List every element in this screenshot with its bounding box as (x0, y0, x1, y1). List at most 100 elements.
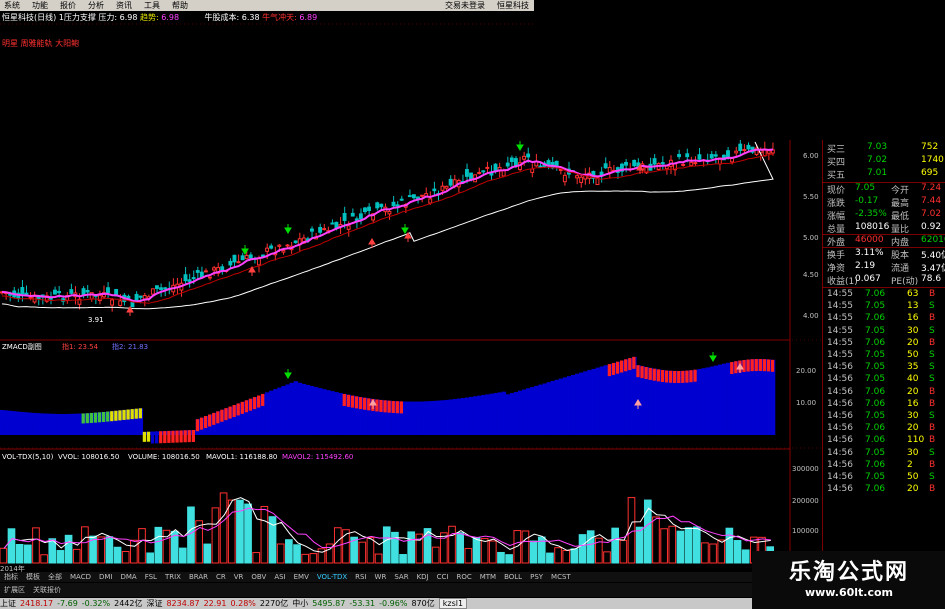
tab-[interactable]: 模板 (22, 572, 44, 582)
tick-side: S (929, 411, 935, 421)
volume-bar (252, 552, 261, 564)
tab-fsl[interactable]: FSL (141, 573, 161, 581)
tab-rsi[interactable]: RSI (351, 573, 370, 581)
tick-volume: 16 (907, 398, 919, 409)
volume-bar (309, 553, 318, 564)
sz-value: 8234.87 (166, 599, 200, 608)
tab-trix[interactable]: TRIX (161, 573, 185, 581)
tab-boll[interactable]: BOLL (500, 573, 526, 581)
tab-voltdx[interactable]: VOL-TDX (313, 573, 351, 581)
tick-row: 14:55 7.06 20 B (825, 338, 945, 350)
tab-mcst[interactable]: MCST (547, 573, 575, 581)
tab-sar[interactable]: SAR (390, 573, 412, 581)
sz-label[interactable]: 深证 (146, 598, 162, 609)
tick-volume: 16 (907, 313, 919, 324)
candle-body (579, 176, 584, 183)
tab-obv[interactable]: OBV (247, 573, 270, 581)
tab-psy[interactable]: PSY (526, 573, 547, 581)
ma-magenta-line (1, 148, 774, 303)
tab-asi[interactable]: ASI (270, 573, 289, 581)
stat-value: 108016 (855, 222, 890, 232)
tick-volume: 63 (907, 289, 919, 299)
tick-row: 14:55 7.05 13 S (825, 301, 945, 313)
macd-bar-cap (460, 398, 465, 411)
tab-macd[interactable]: MACD (66, 573, 95, 581)
sh-label[interactable]: 上证 (0, 598, 16, 609)
macd-bar-cap (542, 383, 546, 396)
tick-price: 7.06 (865, 459, 886, 470)
candle-body (281, 250, 286, 253)
tab-cr[interactable]: CR (212, 573, 230, 581)
volume-bar (211, 507, 220, 564)
tab-related-quote[interactable]: 关联报价 (29, 585, 65, 595)
macd-bar-cap (285, 384, 289, 397)
zx-label[interactable]: 中小 (292, 598, 308, 609)
extra-box[interactable]: kzsl1 (438, 598, 468, 609)
macd-bar-cap (566, 376, 571, 389)
stat-value: 0.92 (921, 222, 942, 232)
candle-body (713, 154, 718, 157)
macd-bar-cap (252, 397, 257, 410)
volume-bar (660, 528, 668, 564)
stat-label: 今开 (891, 186, 910, 196)
macd-bar-cap (607, 364, 612, 377)
candle-body (465, 169, 469, 177)
candle-body (477, 172, 482, 175)
candle-body (652, 158, 657, 165)
volume-bar (717, 539, 726, 564)
candle-body (150, 288, 155, 295)
macd-bar-cap (452, 399, 457, 412)
tab-[interactable]: 全部 (44, 572, 66, 582)
tab-brar[interactable]: BRAR (185, 573, 212, 581)
macd-bar-cap (130, 409, 134, 420)
vol-axis-label: 200000 (792, 497, 819, 505)
tick-price: 7.05 (865, 325, 886, 336)
tab-[interactable]: 指标 (0, 572, 22, 582)
candle-body (285, 244, 290, 247)
tab-wr[interactable]: WR (371, 573, 391, 581)
tab-kdj[interactable]: KDJ (413, 573, 433, 581)
tab-emv[interactable]: EMV (290, 573, 313, 581)
tick-volume: 13 (907, 301, 919, 312)
macd-bar-cap (399, 401, 404, 414)
volume-bar (81, 526, 89, 564)
macd-bar-cap (591, 368, 595, 381)
volume-bar (725, 527, 734, 564)
macd-bar-cap (265, 392, 269, 405)
macd-bar-cap (620, 360, 624, 373)
candle-body (367, 206, 371, 212)
macd-bar-cap (538, 384, 542, 397)
stat-label: 流通 (891, 264, 910, 274)
tab-roc[interactable]: ROC (452, 573, 475, 581)
sz-pct: 0.28% (230, 599, 256, 608)
volume-bar (219, 492, 228, 564)
price-axis-label: 6.00 (803, 152, 819, 160)
volume-bar (358, 541, 367, 564)
macd-bar-cap (301, 383, 306, 396)
candle-body (444, 185, 449, 189)
candle-body (689, 161, 694, 167)
macd-bar-cap (395, 401, 399, 414)
candle-body (195, 270, 200, 273)
macd-bar-cap (754, 359, 758, 372)
tick-time: 14:56 (827, 398, 853, 409)
macd-bar-cap (379, 399, 383, 412)
tab-cci[interactable]: CCI (433, 573, 453, 581)
tab-mtm[interactable]: MTM (476, 573, 500, 581)
macd-bar-cap (261, 393, 265, 406)
macd-bar-cap (648, 367, 652, 380)
stat-value: 3.47亿 (921, 264, 945, 274)
candle-body (322, 228, 327, 231)
order-price: 7.03 (867, 142, 888, 152)
macd-bar-cap (436, 400, 440, 413)
macd-bar-cap (534, 385, 538, 398)
macd-bar-cap (106, 411, 110, 422)
tab-dma[interactable]: DMA (116, 573, 140, 581)
candle-body (681, 163, 686, 166)
macd-bar-cap (155, 431, 159, 444)
tab-vr[interactable]: VR (230, 573, 248, 581)
macd-bar-cap (734, 361, 738, 374)
tab-dmi[interactable]: DMI (95, 573, 117, 581)
volume-bar (56, 550, 65, 564)
tab-extension[interactable]: 扩展区 (0, 585, 29, 595)
